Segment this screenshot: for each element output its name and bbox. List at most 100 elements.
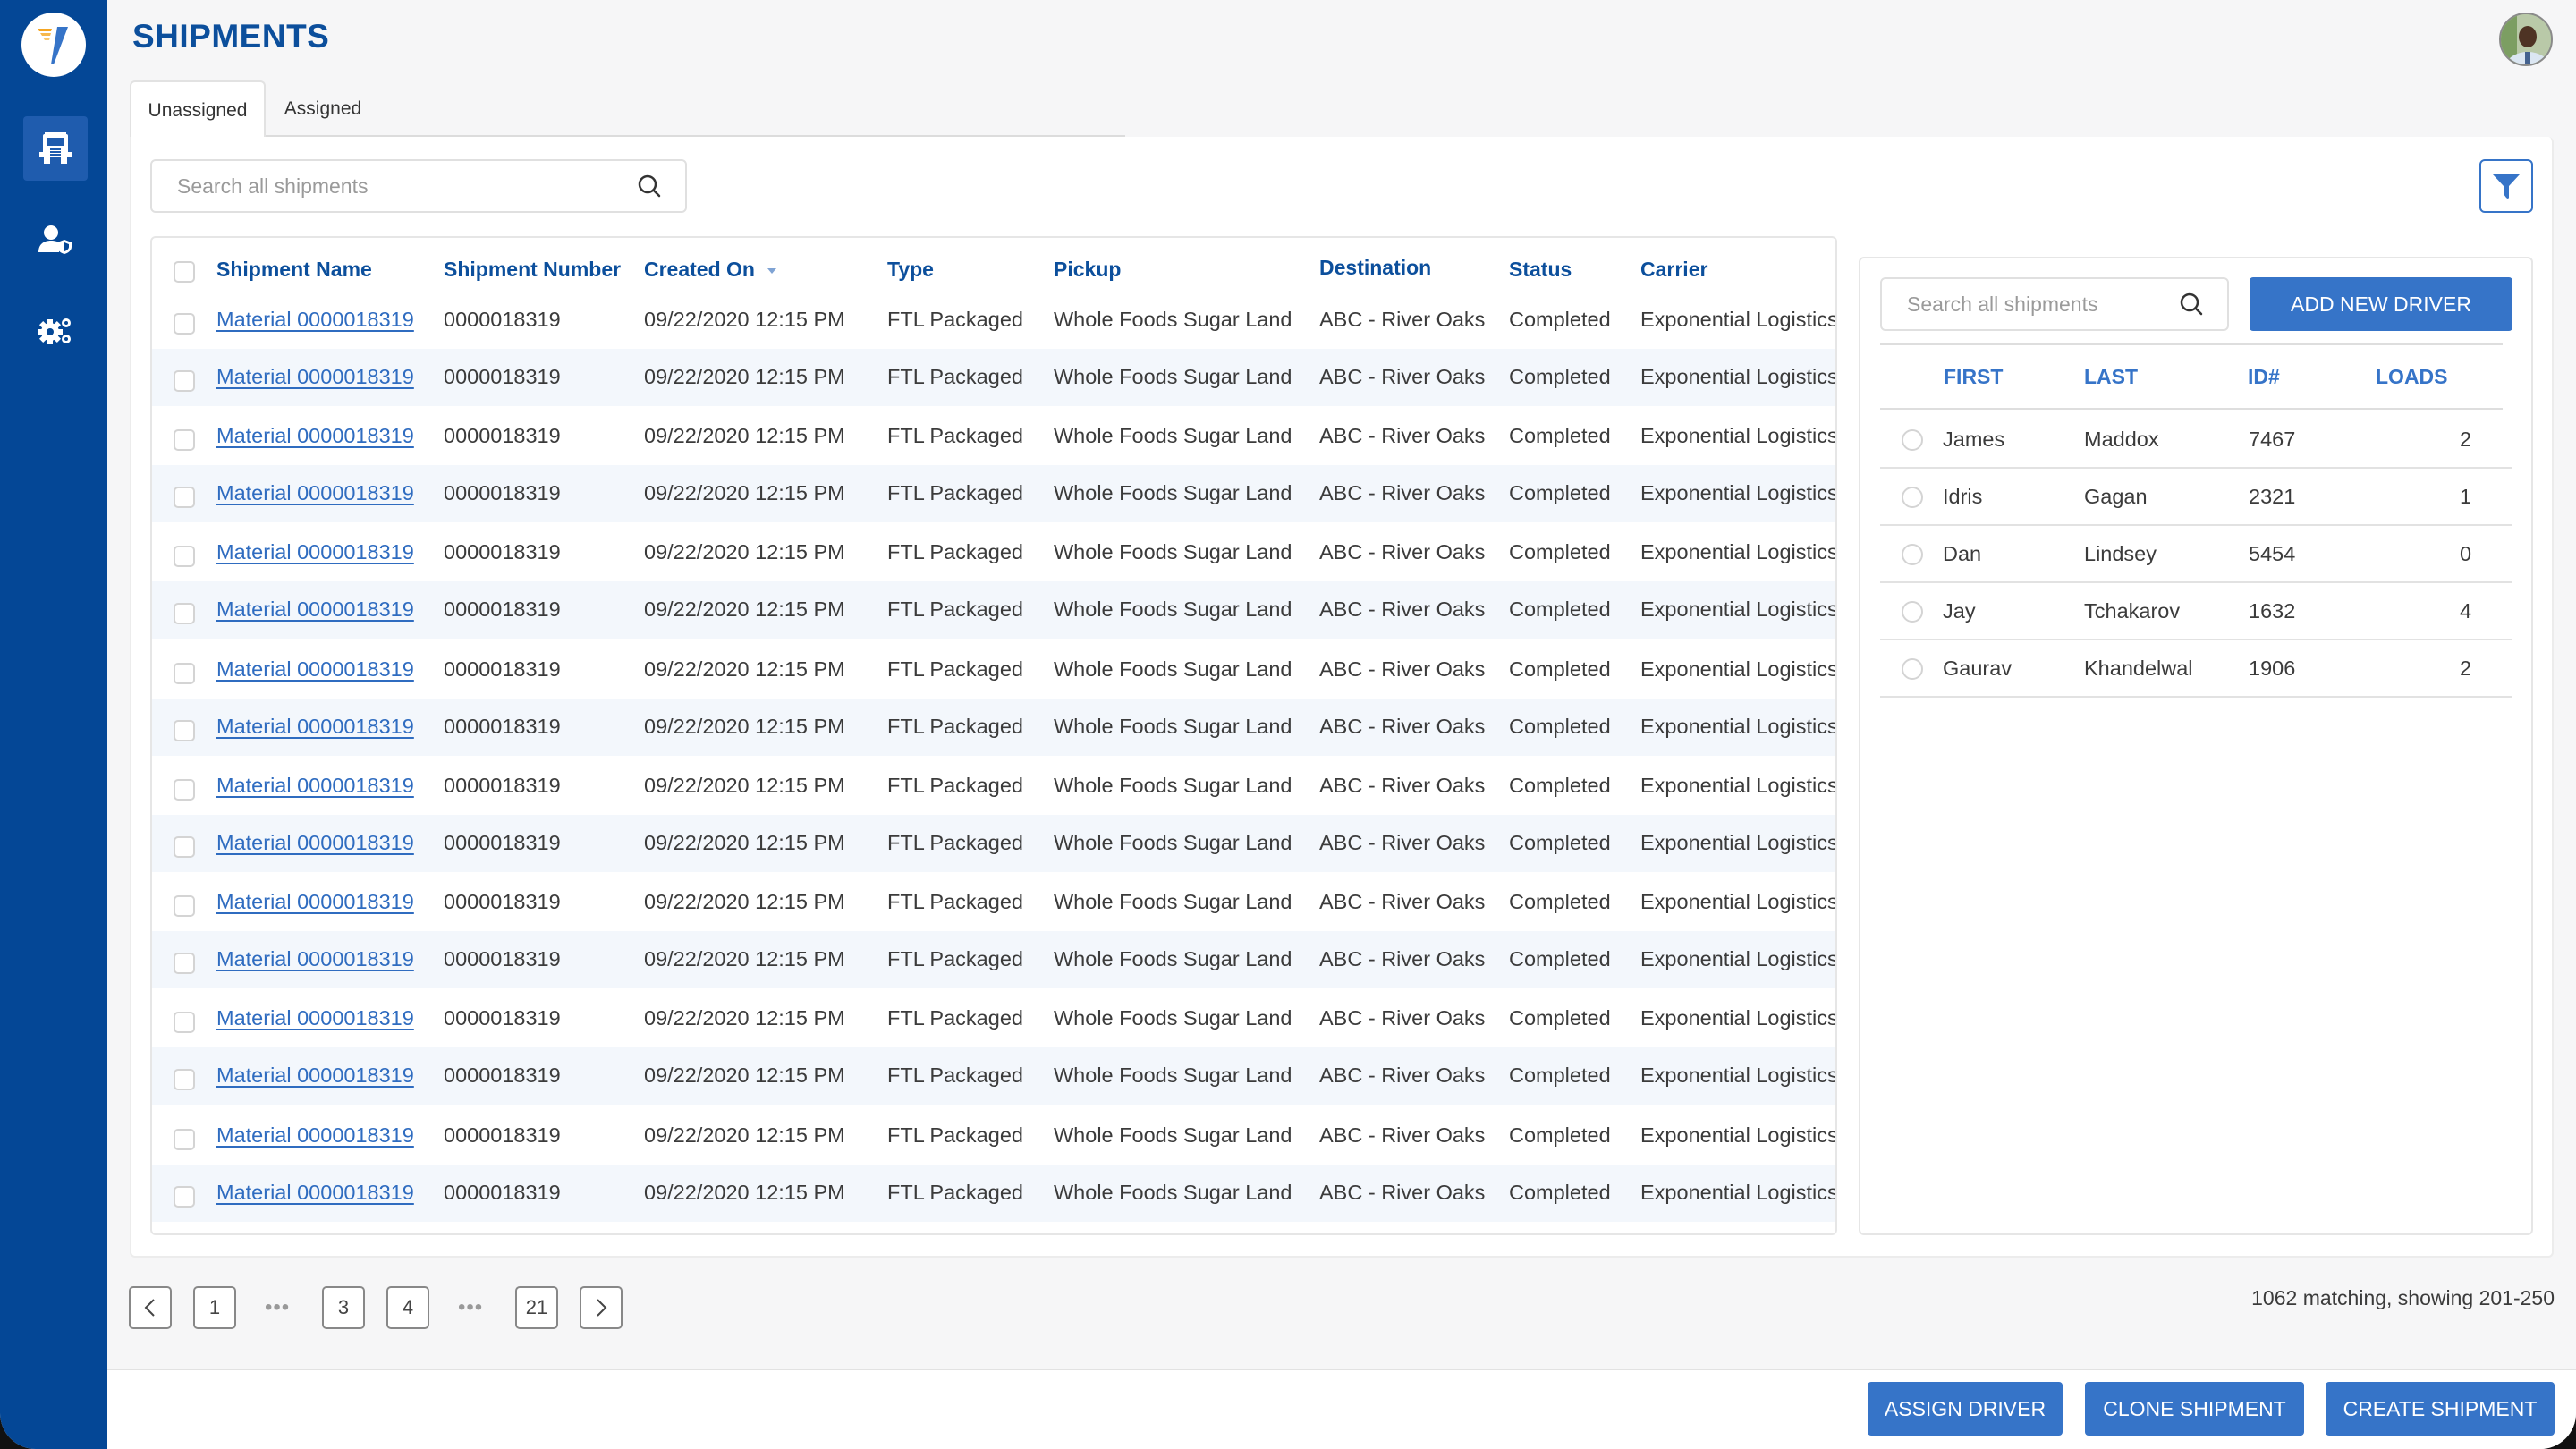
table-row[interactable]: Material 0000018319 0000018319 09/22/2020 …: [152, 815, 1835, 872]
column-header-pickup[interactable]: Pickup: [1054, 258, 1121, 282]
row-checkbox[interactable]: [174, 1012, 195, 1033]
row-checkbox[interactable]: [174, 487, 195, 508]
sidebar-item-settings[interactable]: [23, 299, 88, 363]
shipment-name-link[interactable]: Material 0000018319: [216, 774, 414, 798]
search-icon[interactable]: [631, 168, 667, 204]
driver-radio[interactable]: [1902, 429, 1923, 451]
shipment-name-link[interactable]: Material 0000018319: [216, 1006, 414, 1030]
row-checkbox[interactable]: [174, 663, 195, 684]
table-row[interactable]: Material 0000018319 0000018319 09/22/2020 …: [152, 292, 1835, 349]
row-checkbox[interactable]: [174, 1186, 195, 1208]
assign-driver-button[interactable]: ASSIGN DRIVER: [1868, 1382, 2063, 1436]
shipment-name-link[interactable]: Material 0000018319: [216, 481, 414, 505]
table-row[interactable]: Material 0000018319 0000018319 09/22/2020 …: [152, 990, 1835, 1047]
driver-column-loads[interactable]: LOADS: [2376, 365, 2448, 389]
shipment-name-link[interactable]: Material 0000018319: [216, 1063, 414, 1088]
select-all-checkbox[interactable]: [174, 261, 195, 283]
table-row[interactable]: Material 0000018319 0000018319 09/22/2020 …: [152, 524, 1835, 581]
shipment-type: FTL Packaged: [887, 1181, 1023, 1204]
shipment-name-link[interactable]: Material 0000018319: [216, 308, 414, 332]
driver-row[interactable]: James Maddox 7467 2: [1880, 411, 2512, 469]
shipment-name-link[interactable]: Material 0000018319: [216, 365, 414, 389]
sidebar-item-shipments[interactable]: [23, 116, 88, 181]
row-checkbox[interactable]: [174, 720, 195, 741]
shipment-name-link[interactable]: Material 0000018319: [216, 540, 414, 564]
driver-radio[interactable]: [1902, 658, 1923, 680]
row-checkbox[interactable]: [174, 836, 195, 858]
next-page-button[interactable]: [580, 1286, 623, 1329]
driver-radio[interactable]: [1902, 601, 1923, 623]
tab-unassigned[interactable]: Unassigned: [130, 80, 266, 139]
row-checkbox[interactable]: [174, 1129, 195, 1150]
create-shipment-button[interactable]: CREATE SHIPMENT: [2326, 1382, 2555, 1436]
column-header-shipment-name[interactable]: Shipment Name: [216, 258, 372, 282]
row-checkbox[interactable]: [174, 1069, 195, 1090]
divider: [1880, 343, 2503, 345]
row-checkbox[interactable]: [174, 313, 195, 335]
table-row[interactable]: Material 0000018319 0000018319 09/22/2020 …: [152, 874, 1835, 931]
column-header-created-on[interactable]: Created On: [644, 258, 776, 282]
table-row[interactable]: Material 0000018319 0000018319 09/22/2020 …: [152, 1107, 1835, 1165]
row-checkbox[interactable]: [174, 895, 195, 917]
table-row[interactable]: Material 0000018319 0000018319 09/22/2020 …: [152, 758, 1835, 815]
row-checkbox[interactable]: [174, 953, 195, 974]
shipment-name-link[interactable]: Material 0000018319: [216, 597, 414, 622]
app-logo[interactable]: [21, 13, 86, 77]
driver-radio[interactable]: [1902, 487, 1923, 508]
row-checkbox[interactable]: [174, 429, 195, 451]
page-button-21[interactable]: 21: [515, 1286, 558, 1329]
shipment-type: FTL Packaged: [887, 365, 1023, 388]
driver-search-input[interactable]: [1882, 292, 2174, 317]
column-header-carrier[interactable]: Carrier: [1640, 258, 1707, 282]
driver-row[interactable]: Idris Gagan 2321 1: [1880, 469, 2512, 526]
column-header-destination[interactable]: Destination: [1319, 256, 1431, 280]
row-checkbox[interactable]: [174, 370, 195, 392]
table-row[interactable]: Material 0000018319 0000018319 09/22/2020 …: [152, 465, 1835, 522]
table-row[interactable]: Material 0000018319 0000018319 09/22/2020 …: [152, 1047, 1835, 1105]
shipment-name-link[interactable]: Material 0000018319: [216, 1123, 414, 1148]
table-row[interactable]: Material 0000018319 0000018319 09/22/2020 …: [152, 581, 1835, 639]
table-row[interactable]: Material 0000018319 0000018319 09/22/2020 …: [152, 641, 1835, 699]
clone-shipment-button[interactable]: CLONE SHIPMENT: [2085, 1382, 2304, 1436]
row-checkbox[interactable]: [174, 603, 195, 624]
driver-column-last[interactable]: LAST: [2084, 365, 2138, 389]
tab-assigned[interactable]: Assigned: [266, 80, 380, 137]
page-button-3[interactable]: 3: [322, 1286, 365, 1329]
filter-button[interactable]: [2479, 159, 2533, 213]
shipment-name-link[interactable]: Material 0000018319: [216, 947, 414, 971]
table-row[interactable]: Material 0000018319 0000018319 09/22/2020 …: [152, 699, 1835, 756]
column-header-type[interactable]: Type: [887, 258, 934, 282]
driver-loads: 2: [2460, 428, 2472, 451]
shipment-name-link[interactable]: Material 0000018319: [216, 715, 414, 739]
column-header-status[interactable]: Status: [1509, 258, 1572, 282]
table-row[interactable]: Material 0000018319 0000018319 09/22/2020 …: [152, 931, 1835, 988]
table-row[interactable]: Material 0000018319 0000018319 09/22/2020 …: [152, 349, 1835, 406]
driver-row[interactable]: Jay Tchakarov 1632 4: [1880, 583, 2512, 640]
driver-radio[interactable]: [1902, 544, 1923, 565]
row-checkbox[interactable]: [174, 779, 195, 801]
page-button-4[interactable]: 4: [386, 1286, 429, 1329]
shipment-name-link[interactable]: Material 0000018319: [216, 831, 414, 855]
user-avatar[interactable]: [2499, 13, 2553, 66]
table-row[interactable]: Material 0000018319 0000018319 09/22/2020 …: [152, 408, 1835, 465]
driver-first-name: Jay: [1943, 599, 1976, 623]
driver-column-first[interactable]: FIRST: [1944, 365, 2003, 389]
result-count: 1062 matching, showing 201-250: [2251, 1286, 2555, 1309]
shipment-status: Completed: [1509, 947, 1611, 970]
column-header-shipment-number[interactable]: Shipment Number: [444, 258, 621, 282]
shipment-name-link[interactable]: Material 0000018319: [216, 1181, 414, 1205]
driver-column-id[interactable]: ID#: [2248, 365, 2280, 389]
add-new-driver-button[interactable]: ADD NEW DRIVER: [2250, 277, 2512, 331]
driver-row[interactable]: Gaurav Khandelwal 1906 2: [1880, 640, 2512, 698]
driver-row[interactable]: Dan Lindsey 5454 0: [1880, 526, 2512, 583]
shipment-search-input[interactable]: [152, 174, 631, 199]
table-row[interactable]: Material 0000018319 0000018319 09/22/2020 …: [152, 1165, 1835, 1222]
prev-page-button[interactable]: [129, 1286, 172, 1329]
shipment-name-link[interactable]: Material 0000018319: [216, 657, 414, 682]
page-button-1[interactable]: 1: [193, 1286, 236, 1329]
row-checkbox[interactable]: [174, 546, 195, 567]
shipment-name-link[interactable]: Material 0000018319: [216, 424, 414, 448]
sidebar-item-drivers[interactable]: [23, 208, 88, 272]
search-icon[interactable]: [2174, 286, 2209, 322]
shipment-name-link[interactable]: Material 0000018319: [216, 890, 414, 914]
